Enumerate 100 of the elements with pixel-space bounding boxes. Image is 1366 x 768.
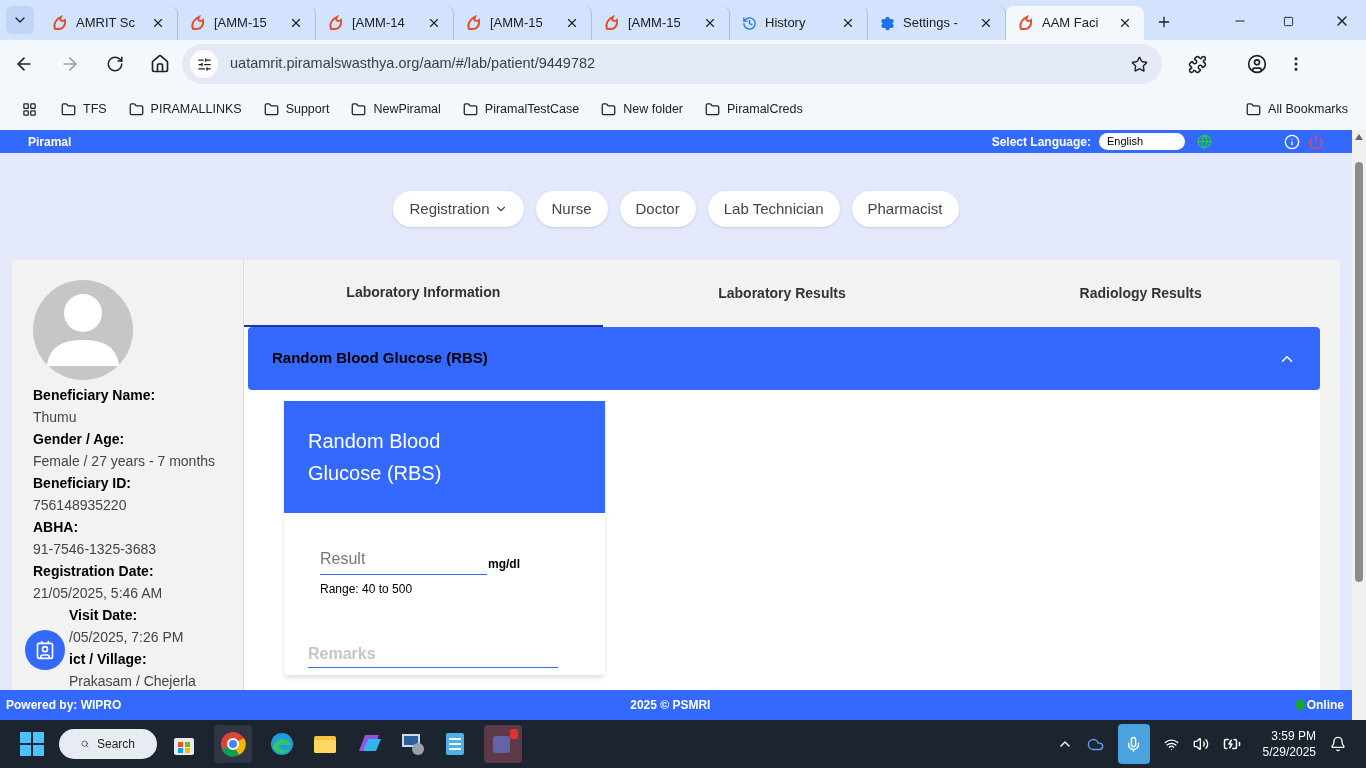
tab-title: [AMM-14	[352, 14, 406, 33]
restore-icon[interactable]	[1283, 16, 1294, 27]
wifi-icon[interactable]	[1163, 736, 1179, 752]
notepad-icon[interactable]	[443, 731, 467, 757]
folder-icon	[705, 101, 721, 117]
status-text: Online	[1306, 697, 1344, 714]
microphone-button[interactable]	[1117, 724, 1150, 764]
edge-icon[interactable]	[269, 731, 295, 757]
content-tab[interactable]: Laboratory Results	[602, 260, 962, 327]
field-value: Prakasam / Chejerla	[69, 672, 197, 691]
field-value: 21/05/2025, 5:46 AM	[33, 584, 164, 603]
tab-title: [AMM-15	[490, 14, 544, 33]
flame-icon	[190, 15, 206, 31]
folder-icon	[263, 101, 279, 117]
site-info-button[interactable]	[190, 50, 218, 78]
powered-by-text: Powered by: WIPRO	[6, 697, 123, 714]
tab-title: AMRIT Sc	[76, 14, 136, 33]
address-bar[interactable]: uatamrit.piramalswasthya.org/aam/#/lab/patient/9449782	[182, 44, 1162, 84]
folder-icon	[128, 101, 144, 117]
notification-icon[interactable]	[1330, 736, 1346, 752]
close-icon[interactable]	[979, 16, 993, 30]
bookmark[interactable]: Support	[285, 99, 330, 119]
role-button[interactable]: Pharmacist	[851, 191, 959, 227]
field-label: Beneficiary Name:	[33, 386, 157, 405]
logo: Piramal	[28, 133, 72, 151]
globe-icon	[1197, 134, 1212, 149]
role-button[interactable]: Registration	[393, 191, 524, 227]
clock-time[interactable]: 3:59 PM	[1271, 728, 1316, 744]
field-label: Visit Date:	[69, 606, 139, 625]
volume-icon[interactable]	[1192, 736, 1209, 752]
profile-icon[interactable]	[1247, 54, 1267, 74]
clock-date[interactable]: 5/29/2025	[1262, 744, 1316, 760]
role-button[interactable]: Doctor	[619, 191, 696, 227]
folder-icon	[1246, 101, 1262, 117]
field-label: ABHA:	[33, 518, 80, 537]
extensions-icon[interactable]	[1188, 54, 1207, 74]
bookmark[interactable]: NewPiramal	[373, 99, 441, 119]
remote-desktop-icon[interactable]	[400, 731, 426, 757]
taskbar-search[interactable]: Search	[59, 729, 157, 759]
field-label: ict / Village:	[69, 650, 148, 669]
tab-search-button[interactable]	[6, 6, 34, 34]
tab-title: [AMM-15	[628, 14, 682, 33]
browser-tab[interactable]: AAM Faci	[1006, 6, 1144, 40]
flame-icon	[1018, 15, 1034, 31]
close-icon[interactable]	[565, 16, 579, 30]
copyright-text: 2025 © PSMRI	[629, 697, 712, 714]
contact-card-icon	[35, 640, 55, 660]
tab-title: Settings -	[903, 14, 959, 33]
scroll-up-arrow-icon[interactable]	[1355, 134, 1363, 140]
content-tab[interactable]: Radiology Results	[961, 260, 1320, 327]
new-tab-icon[interactable]	[1156, 14, 1172, 30]
folder-icon	[462, 101, 478, 117]
apps-icon[interactable]	[22, 101, 37, 117]
settings-icon	[880, 15, 895, 31]
close-icon[interactable]	[151, 16, 165, 30]
field-value: 91-7546-1325-3683	[33, 540, 157, 559]
all-bookmarks[interactable]: All Bookmarks	[1268, 99, 1348, 119]
remarks-field[interactable]: Remarks	[308, 640, 558, 668]
scrollbar[interactable]	[1352, 130, 1366, 720]
close-icon[interactable]	[703, 16, 717, 30]
tab-title: AAM Faci	[1042, 14, 1100, 33]
flame-icon	[328, 15, 344, 31]
range-text: Range: 40 to 500	[319, 581, 414, 598]
role-button[interactable]: Nurse	[535, 191, 608, 227]
field-label: Gender / Age:	[33, 430, 126, 449]
bookmark[interactable]: PIRAMALLINKS	[150, 99, 242, 119]
accordion-header[interactable]: Random Blood Glucose (RBS)	[248, 327, 1320, 390]
bookmark[interactable]: PiramalCreds	[727, 99, 803, 119]
field-label: Registration Date:	[33, 562, 155, 581]
close-icon[interactable]	[289, 16, 303, 30]
close-icon[interactable]	[841, 16, 855, 30]
language-select[interactable]: English	[1099, 133, 1185, 150]
bookmark[interactable]: New folder	[623, 99, 684, 119]
role-button[interactable]: Lab Technician	[707, 191, 840, 227]
sliders-icon	[196, 56, 212, 72]
bookmark[interactable]: TFS	[83, 99, 107, 119]
history-icon	[742, 15, 757, 31]
home-icon[interactable]	[150, 54, 170, 74]
field-value: 756148935220	[33, 496, 128, 515]
field-label: Beneficiary ID:	[33, 474, 133, 493]
info-icon[interactable]	[1284, 133, 1300, 150]
contact-button[interactable]	[25, 630, 65, 670]
reload-icon[interactable]	[106, 55, 124, 73]
field-value: /05/2025, 7:26 PM	[69, 628, 185, 647]
avatar-icon	[33, 280, 133, 380]
chrome-icon[interactable]	[214, 725, 252, 763]
close-icon[interactable]	[427, 16, 441, 30]
unit-text: mg/dl	[488, 556, 520, 573]
accordion-title: Random Blood Glucose (RBS)	[272, 348, 489, 369]
field-value: Female / 27 years - 7 months	[33, 452, 217, 471]
search-label: Search	[96, 736, 135, 753]
flame-icon	[52, 15, 68, 31]
flame-icon	[466, 15, 482, 31]
bookmark-star-icon[interactable]	[1131, 55, 1148, 73]
folder-icon	[351, 101, 367, 117]
bookmark[interactable]: PiramalTestCase	[484, 99, 580, 119]
result-field[interactable]: Result	[320, 543, 487, 575]
windows-logo-icon[interactable]	[20, 732, 44, 756]
tab-title: History	[765, 14, 807, 33]
close-icon[interactable]	[1118, 16, 1132, 30]
